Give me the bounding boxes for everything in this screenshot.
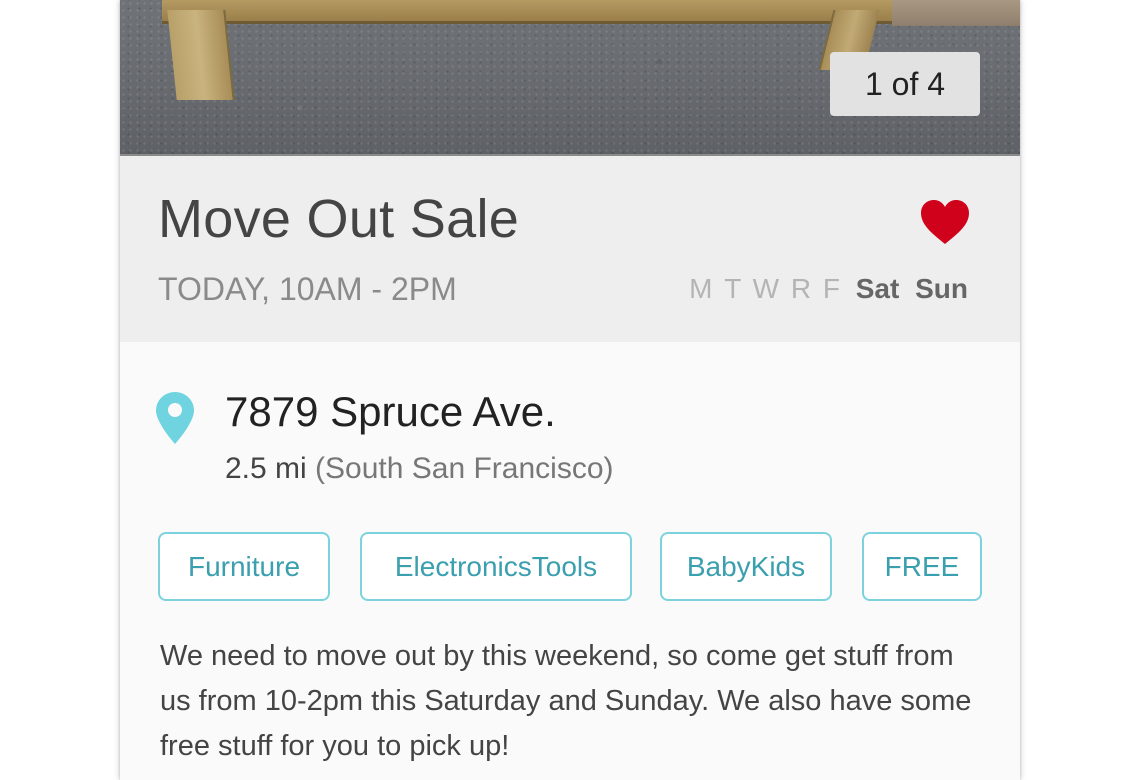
listing-address[interactable]: 7879 Spruce Ave.: [225, 388, 556, 436]
tag-electronics-tools[interactable]: ElectronicsTools: [360, 532, 632, 601]
listing-header: Move Out Sale TODAY, 10AM - 2PM M T W R …: [120, 156, 1020, 342]
listing-time-range: TODAY, 10AM - 2PM: [158, 271, 457, 307]
tag-baby-kids[interactable]: BabyKids: [660, 532, 832, 601]
day-wednesday: W: [752, 273, 780, 304]
listing-card: 1 of 4 Move Out Sale TODAY, 10AM - 2PM M…: [120, 0, 1020, 780]
day-monday: M: [689, 273, 713, 304]
heart-icon: [921, 200, 969, 244]
listing-photo[interactable]: 1 of 4: [120, 0, 1020, 156]
listing-description: We need to move out by this weekend, so …: [160, 640, 972, 762]
day-saturday: Sat: [855, 273, 900, 304]
day-tuesday: T: [724, 273, 741, 304]
tag-furniture[interactable]: Furniture: [158, 532, 330, 601]
day-thursday: R: [790, 273, 812, 304]
listing-title: Move Out Sale: [158, 189, 520, 249]
tag-free[interactable]: FREE: [862, 532, 982, 601]
photo-counter-badge: 1 of 4: [830, 52, 980, 116]
day-friday: F: [822, 273, 840, 304]
day-sunday: Sun: [915, 273, 968, 304]
distance-value: 2.5 mi: [225, 452, 307, 485]
city-name: (South San Francisco): [315, 452, 614, 485]
listing-distance: 2.5 mi (South San Francisco): [225, 452, 614, 486]
photo-box: [892, 0, 1020, 26]
map-pin-icon: [156, 392, 194, 444]
favorite-button[interactable]: [920, 200, 970, 246]
photo-bench-leg: [167, 10, 235, 100]
days-of-week: M T W R F Sat Sun: [685, 273, 968, 305]
